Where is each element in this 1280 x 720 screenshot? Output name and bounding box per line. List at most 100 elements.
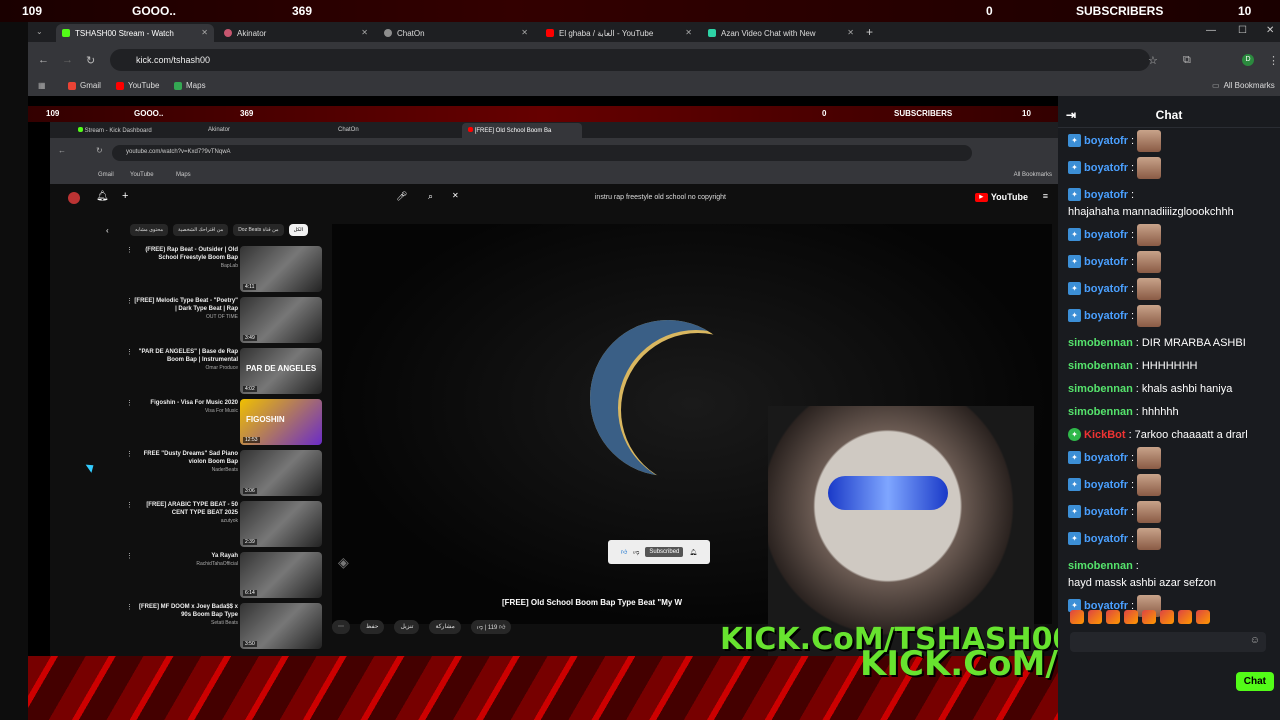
chat-username[interactable]: boyatofr: [1084, 188, 1128, 202]
stream-player[interactable]: 109 GOOO.. 369 0 SUBSCRIBERS 10 Stream -…: [28, 96, 1280, 720]
emote-icon[interactable]: [1160, 610, 1174, 624]
emote-icon[interactable]: [1070, 610, 1084, 624]
chat-username[interactable]: boyatofr: [1084, 134, 1128, 148]
bookmark-maps[interactable]: Maps: [174, 81, 206, 90]
like-button[interactable]: 👎︎ | 119 👍︎: [470, 620, 512, 634]
chat-username[interactable]: boyatofr: [1084, 161, 1128, 175]
close-icon[interactable]: ✕: [521, 28, 528, 37]
inner-tab-youtube[interactable]: [FREE] Old School Boom Ba: [462, 123, 582, 138]
chevron-left-icon[interactable]: ‹: [106, 226, 109, 235]
recommendation-item[interactable]: ⋮ "PAR DE ANGELES" | Base de Rap Boom Bap…: [126, 348, 322, 396]
inner-address-bar[interactable]: youtube.com/watch?v=Kxd7?9vTNqwA: [112, 145, 972, 161]
recommendation-item[interactable]: ⋮ [FREE] Melodic Type Beat - "Poetry" | D…: [126, 297, 322, 345]
back-icon[interactable]: ←: [38, 54, 49, 66]
maximize-button[interactable]: ☐: [1238, 25, 1247, 36]
address-bar[interactable]: kick.com/tshash00: [110, 49, 1150, 71]
emoji-icon[interactable]: ☺: [1250, 635, 1260, 646]
recommendation-thumbnail[interactable]: 3:50: [240, 603, 322, 649]
chat-username[interactable]: boyatofr: [1084, 451, 1128, 465]
chat-username[interactable]: boyatofr: [1084, 309, 1128, 323]
recommendation-thumbnail[interactable]: PAR DE ANGELES 4:02: [240, 348, 322, 394]
more-icon[interactable]: ⋮: [126, 501, 133, 509]
close-icon[interactable]: ✕: [361, 28, 368, 37]
tab-azan[interactable]: Azan Video Chat with New ✕: [702, 24, 860, 42]
chat-username[interactable]: boyatofr: [1084, 532, 1128, 546]
chat-input[interactable]: ☺: [1070, 632, 1266, 652]
create-icon[interactable]: +: [122, 190, 128, 202]
tab-search-icon[interactable]: ⌄: [36, 27, 43, 36]
send-chat-button[interactable]: Chat: [1235, 672, 1274, 691]
tab-youtube-elghaba[interactable]: El ghaba / الغابة - YouTube ✕: [540, 24, 698, 42]
window-close-button[interactable]: ✕: [1266, 25, 1274, 36]
recommendation-thumbnail[interactable]: FIGOSHIN 12:53: [240, 399, 322, 445]
back-icon[interactable]: ←: [58, 146, 66, 155]
more-icon[interactable]: ⋮: [126, 603, 133, 611]
avatar[interactable]: [68, 192, 80, 204]
emote-icon[interactable]: [1178, 610, 1192, 624]
bookmark-gmail[interactable]: Gmail: [98, 172, 114, 178]
emote-icon[interactable]: [1088, 610, 1102, 624]
recommendation-item[interactable]: ⋮ [FREE] ARABIC TYPE BEAT - 50 CENT TYPE …: [126, 501, 322, 549]
tab-akinator[interactable]: Akinator ✕: [218, 24, 374, 42]
profile-avatar[interactable]: D: [1242, 54, 1254, 66]
chat-username[interactable]: simobennan: [1068, 336, 1133, 350]
chat-username[interactable]: boyatofr: [1084, 255, 1128, 269]
star-icon[interactable]: ☆: [1148, 54, 1158, 67]
recommendation-thumbnail[interactable]: 4:11: [240, 246, 322, 292]
chip-related[interactable]: محتوى مشابه: [130, 224, 169, 236]
forward-icon[interactable]: →: [62, 54, 73, 66]
bell-icon[interactable]: 🔔︎: [96, 191, 109, 202]
save-button[interactable]: حفظ: [360, 620, 385, 634]
chip-personal[interactable]: من اقتراحك الشخصية: [173, 224, 229, 236]
recommendation-item[interactable]: ⋮ Ya Rayah RachidTahaOfficial 6:14: [126, 552, 322, 600]
new-tab-button[interactable]: +: [866, 25, 873, 39]
inner-tab-kick-dashboard[interactable]: Stream - Kick Dashboard: [72, 123, 196, 138]
recommendation-thumbnail[interactable]: 3:06: [240, 450, 322, 496]
bookmark-youtube[interactable]: YouTube: [130, 172, 154, 178]
chat-username[interactable]: boyatofr: [1084, 228, 1128, 242]
emote-icon[interactable]: [1124, 610, 1138, 624]
subscribed-button[interactable]: Subscribed: [645, 547, 684, 557]
tab-kick-stream[interactable]: TSHASH00 Stream - Watch ✕: [56, 24, 214, 42]
chip-all[interactable]: الكل: [288, 224, 309, 236]
extensions-icon[interactable]: ⧉: [1183, 54, 1191, 67]
reload-icon[interactable]: ↻: [96, 146, 103, 155]
more-icon[interactable]: ⋮: [126, 552, 133, 560]
chat-username[interactable]: KickBot: [1084, 428, 1126, 442]
chat-username[interactable]: simobennan: [1068, 359, 1133, 373]
bookmark-maps[interactable]: Maps: [176, 172, 191, 178]
inner-tab-chaton[interactable]: ChatOn: [332, 123, 450, 138]
recommendation-thumbnail[interactable]: 3:49: [240, 297, 322, 343]
chat-username[interactable]: boyatofr: [1084, 505, 1128, 519]
emote-icon[interactable]: [1196, 610, 1210, 624]
more-icon[interactable]: ⋮: [126, 450, 133, 458]
recommendation-thumbnail[interactable]: 2:39: [240, 501, 322, 547]
recommendation-thumbnail[interactable]: 6:14: [240, 552, 322, 598]
close-icon[interactable]: ✕: [201, 28, 208, 37]
bell-icon[interactable]: 🔔︎: [689, 549, 697, 556]
close-icon[interactable]: ✕: [685, 28, 692, 37]
recommendation-item[interactable]: ⋮ (FREE) Rap Beat - Outsider | Old School…: [126, 246, 322, 294]
inner-tab-akinator[interactable]: Akinator: [202, 123, 322, 138]
more-icon[interactable]: ⋮: [126, 297, 133, 305]
more-icon[interactable]: ⋮: [126, 246, 133, 254]
more-icon[interactable]: ⋮: [126, 348, 133, 356]
recommendation-item[interactable]: ⋮ Figoshin - Visa For Music 2020 Visa For …: [126, 399, 322, 447]
all-bookmarks[interactable]: ▭ All Bookmarks: [1212, 81, 1275, 90]
tab-chaton[interactable]: ChatOn ✕: [378, 24, 534, 42]
bookmark-youtube[interactable]: YouTube: [116, 81, 159, 90]
chat-username[interactable]: simobennan: [1068, 382, 1133, 396]
download-button[interactable]: تنزيل: [394, 620, 420, 634]
all-bookmarks[interactable]: All Bookmarks: [1014, 172, 1052, 178]
reload-icon[interactable]: ↻: [86, 54, 95, 67]
share-button[interactable]: مشاركة: [429, 620, 461, 634]
hamburger-icon[interactable]: ≡: [1043, 191, 1048, 201]
chat-username[interactable]: boyatofr: [1084, 478, 1128, 492]
emote-icon[interactable]: [1142, 610, 1156, 624]
bookmark-gmail[interactable]: Gmail: [68, 81, 101, 90]
collapse-chat-icon[interactable]: ⇥: [1066, 108, 1076, 122]
chat-username[interactable]: simobennan: [1068, 559, 1133, 573]
chip-channel[interactable]: من قناة Doz Beats: [233, 224, 284, 236]
chat-username[interactable]: boyatofr: [1084, 282, 1128, 296]
recommendation-item[interactable]: ⋮ [FREE] MF DOOM x Joey Bada$$ x 90s Boom…: [126, 603, 322, 651]
